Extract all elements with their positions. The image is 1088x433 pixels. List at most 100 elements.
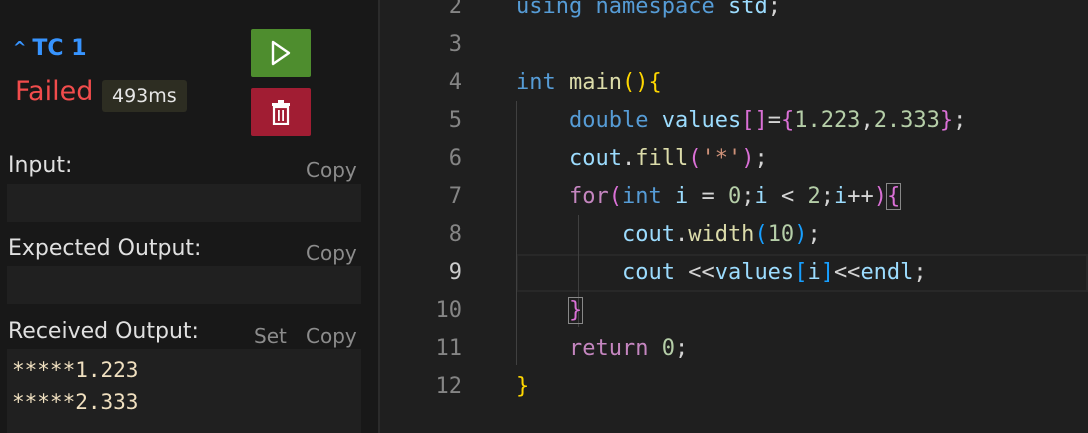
- code-token: ;: [767, 0, 781, 19]
- line-number: 5: [448, 108, 462, 133]
- bracket: {: [885, 183, 902, 210]
- code-token: ,: [860, 108, 874, 133]
- bracket: [: [741, 108, 755, 133]
- code-line[interactable]: cout.fill('*');: [516, 140, 768, 178]
- code-token: .: [674, 222, 689, 247]
- bracket: {: [648, 70, 662, 95]
- received-output-text: *****1.223 *****2.333: [12, 354, 138, 418]
- line-number: 2: [448, 0, 462, 19]
- code-token: i: [807, 260, 821, 285]
- code-token: fill: [635, 146, 689, 171]
- code-token: ;: [913, 260, 927, 285]
- code-token: <: [767, 184, 808, 209]
- received-line: *****2.333: [12, 390, 139, 414]
- expected-copy-button[interactable]: Copy: [306, 241, 357, 265]
- code-string: '*': [701, 146, 742, 171]
- expected-output-field[interactable]: [7, 266, 361, 304]
- code-token: ;: [674, 336, 689, 361]
- bracket: [: [794, 260, 808, 285]
- code-token: ++: [847, 184, 874, 209]
- bracket: }: [939, 108, 954, 133]
- code-line[interactable]: }: [516, 292, 584, 330]
- code-token: ;: [741, 184, 755, 209]
- code-token: i: [754, 184, 768, 209]
- code-line[interactable]: using namespace std;: [516, 0, 781, 26]
- bracket: (: [688, 146, 702, 171]
- received-set-button[interactable]: Set: [254, 324, 287, 348]
- code-token: values: [661, 108, 742, 133]
- bracket: ): [635, 70, 649, 95]
- code-token: int: [516, 70, 556, 95]
- code-token: namespace: [595, 0, 715, 19]
- bracket: (: [754, 222, 768, 247]
- line-number: 6: [448, 146, 462, 171]
- code-token: int: [621, 184, 662, 209]
- code-token: cout: [621, 222, 675, 247]
- code-line[interactable]: return 0;: [516, 330, 688, 368]
- code-token: <<: [833, 260, 861, 285]
- code-line[interactable]: cout <<values[i]<<endl;: [516, 254, 927, 292]
- code-token: ;: [754, 146, 768, 171]
- line-number: 12: [435, 374, 463, 399]
- bracket: ): [873, 184, 887, 209]
- code-token: ;: [953, 108, 967, 133]
- code-number: 0: [661, 336, 675, 361]
- received-copy-button[interactable]: Copy: [306, 324, 357, 348]
- bracket: {: [780, 108, 795, 133]
- testcase-header[interactable]: ^ TC 1: [13, 36, 87, 61]
- delete-button[interactable]: [251, 88, 311, 136]
- bracket: ]: [820, 260, 834, 285]
- bracket: ): [741, 146, 755, 171]
- play-icon: [271, 40, 291, 66]
- code-number: 2.333: [873, 108, 940, 133]
- code-editor[interactable]: 2 3 4 5 6 7 8 9 10 11 12 using namespace…: [380, 0, 1088, 433]
- bracket: }: [516, 374, 530, 399]
- code-token: double: [568, 108, 649, 133]
- code-line[interactable]: }: [516, 368, 529, 406]
- status-text: Failed: [15, 76, 94, 107]
- trash-icon: [272, 100, 290, 125]
- time-badge: 493ms: [102, 80, 187, 112]
- code-line[interactable]: for(int i = 0;i < 2;i++){: [516, 178, 902, 216]
- run-button[interactable]: [251, 29, 311, 77]
- line-number: 10: [435, 298, 463, 323]
- bracket: (: [621, 70, 636, 95]
- code-token: return: [568, 336, 649, 361]
- code-number: 1.223: [794, 108, 861, 133]
- line-number: 11: [435, 336, 463, 361]
- bracket: ]: [754, 108, 768, 133]
- input-field[interactable]: [7, 184, 361, 222]
- code-token: for: [568, 184, 609, 209]
- code-token: main: [569, 70, 622, 95]
- code-number: 0: [727, 184, 742, 209]
- code-line[interactable]: double values[]={1.223,2.333};: [516, 102, 966, 140]
- line-number: 8: [448, 222, 462, 247]
- code-token: using: [516, 0, 583, 19]
- line-number: 4: [448, 70, 462, 95]
- code-token: ;: [807, 222, 821, 247]
- code-number: 2: [807, 184, 821, 209]
- input-copy-button[interactable]: Copy: [306, 158, 357, 182]
- line-number: 7: [448, 184, 462, 209]
- code-line[interactable]: cout.width(10);: [516, 216, 821, 254]
- code-token: ;: [820, 184, 834, 209]
- code-token: =: [767, 108, 781, 133]
- code-line[interactable]: int main(){: [516, 64, 662, 102]
- code-token: std: [727, 0, 768, 19]
- chevron-up-icon[interactable]: ^: [13, 38, 26, 57]
- bracket: ): [794, 222, 808, 247]
- code-token: cout: [568, 146, 622, 171]
- received-line: *****1.223: [12, 358, 139, 382]
- line-number-active: 9: [448, 260, 462, 285]
- testcase-panel: ^ TC 1 Failed 493ms Input: Copy Expected …: [0, 0, 378, 433]
- expected-output-label: Expected Output:: [8, 236, 202, 261]
